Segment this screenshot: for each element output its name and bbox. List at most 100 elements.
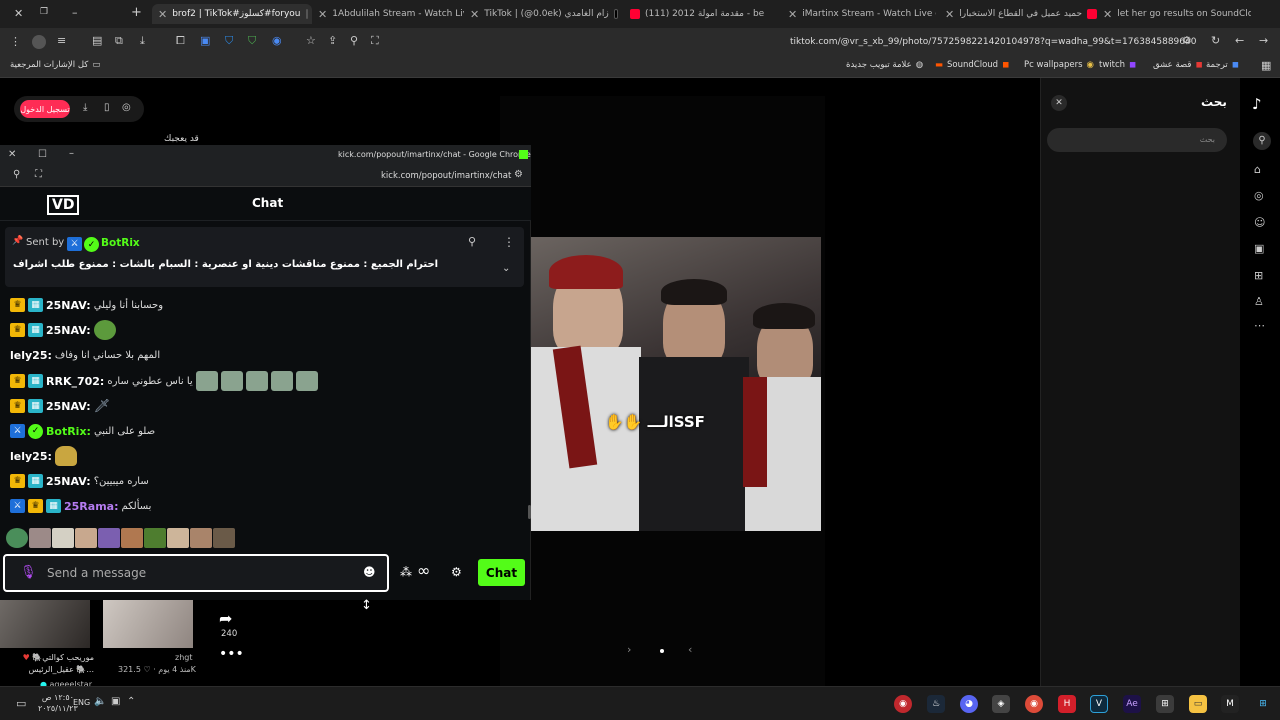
chat-username[interactable]: lely25: bbox=[10, 349, 52, 362]
address-url[interactable]: tiktok.com/@vr_s_xb_99/photo/75725982214… bbox=[790, 37, 1196, 47]
tab-abdulilah-stream[interactable]: ✕ 1Abdulilah Stream - Watch Live bbox=[318, 4, 464, 24]
bookmark-star-icon[interactable]: ☆ bbox=[306, 34, 316, 47]
emote-button[interactable] bbox=[121, 528, 143, 548]
upload-icon[interactable]: ⊞ bbox=[1254, 269, 1263, 282]
app-gray-icon[interactable]: ◈ bbox=[992, 695, 1010, 713]
tab-close-icon[interactable]: ✕ bbox=[788, 8, 797, 21]
emote-button[interactable] bbox=[190, 528, 212, 548]
screenshot-icon[interactable]: ⛶ bbox=[371, 34, 379, 48]
close-window-icon[interactable]: ✕ bbox=[14, 7, 23, 20]
tab-close-icon[interactable]: ✕ bbox=[1103, 8, 1112, 21]
prev-photo-icon[interactable]: ‹ bbox=[688, 643, 692, 656]
profile-avatar[interactable] bbox=[32, 35, 46, 49]
bookmark-pc-wallpapers[interactable]: Pc wallpapers ◉ bbox=[1024, 60, 1094, 70]
all-bookmarks-link[interactable]: كل الإشارات المرجعية ▭ bbox=[10, 60, 100, 70]
zoom-icon[interactable]: ⚲ bbox=[350, 34, 358, 47]
chat-username[interactable]: 25NAV: bbox=[46, 299, 91, 312]
chat-scrollbar[interactable] bbox=[528, 505, 531, 519]
chat-username[interactable]: 25NAV: bbox=[46, 400, 91, 413]
phone-icon[interactable]: ▯ bbox=[104, 102, 110, 113]
chat-username[interactable]: 25NAV: bbox=[46, 324, 91, 337]
emote-button[interactable] bbox=[29, 528, 51, 548]
pin-toggle-icon[interactable]: ⚲ bbox=[468, 235, 476, 248]
tab-close-icon[interactable]: ✕ bbox=[945, 8, 954, 21]
tab-imartinx-stream[interactable]: ✕ iMartinx Stream - Watch Live o bbox=[788, 4, 936, 24]
home-icon[interactable]: ⌂ bbox=[1254, 163, 1261, 176]
extensions-stack-icon[interactable]: ⧉ bbox=[115, 34, 123, 48]
tiktok-logo-icon[interactable]: ♪ bbox=[1252, 95, 1262, 113]
pinned-menu-icon[interactable]: ⋮ bbox=[503, 235, 515, 249]
chat-username[interactable]: BotRix: bbox=[46, 425, 91, 438]
profile-icon[interactable]: ♙ bbox=[1254, 295, 1264, 308]
tab-youtube-intro[interactable]: (111) مقدمة امولة 2012 - be bbox=[630, 4, 778, 24]
restore-window-icon[interactable]: ❐ bbox=[40, 7, 48, 17]
app-red-icon[interactable]: ◉ bbox=[894, 695, 912, 713]
chat-username[interactable]: 25Rama: bbox=[64, 500, 118, 513]
emote-button[interactable] bbox=[98, 528, 120, 548]
tab-close-icon[interactable]: ✕ bbox=[158, 8, 167, 21]
bookmark-twitch[interactable]: twitch ◼ bbox=[1099, 60, 1136, 70]
close-window-icon[interactable]: ✕ bbox=[8, 149, 16, 160]
message-input[interactable]: 🎙 Send a message ☻ bbox=[3, 554, 389, 592]
login-button[interactable]: تسجيل الدخول bbox=[20, 100, 70, 118]
bookmark-new-tab[interactable]: علامة تبويب جديدة ◍ bbox=[846, 60, 923, 70]
new-tab-icon[interactable]: + bbox=[131, 5, 142, 20]
thumbnail-2-user[interactable]: zhgt bbox=[175, 653, 192, 662]
compass-icon[interactable]: ◎ bbox=[122, 102, 131, 113]
site-settings-icon[interactable]: ⚙ bbox=[1182, 34, 1192, 47]
after-effects-icon[interactable]: Ae bbox=[1123, 695, 1141, 713]
adblock-icon[interactable]: ⛉ bbox=[248, 34, 256, 48]
kick-points-icon[interactable]: ⁂ bbox=[400, 565, 412, 579]
translate-icon[interactable]: ▣ bbox=[200, 34, 210, 47]
thumbnail-1[interactable] bbox=[0, 600, 90, 648]
maximize-window-icon[interactable]: ☐ bbox=[38, 149, 47, 160]
chat-settings-icon[interactable]: ⚙ bbox=[451, 565, 462, 579]
pinned-message[interactable]: 📌 Sent by ⚔ ✓ BotRix ⚲ ⋮ احترام الجميع :… bbox=[5, 227, 524, 287]
site-settings-icon[interactable]: ⚙ bbox=[514, 169, 523, 180]
live-icon[interactable]: ▣ bbox=[1254, 242, 1264, 255]
volume-icon[interactable]: 🔈 bbox=[94, 696, 106, 707]
clock[interactable]: ١٢:٥٠ ص ٢٠٢٥/١١/٢٣ bbox=[38, 692, 78, 714]
back-icon[interactable]: ← bbox=[1235, 34, 1244, 47]
discord-icon[interactable]: ◕ bbox=[960, 695, 978, 713]
bookmark-soundcloud[interactable]: ▬ SoundCloud ◼ bbox=[935, 60, 1009, 70]
tray-chevron-icon[interactable]: ⌃ bbox=[127, 696, 135, 707]
app-m-icon[interactable]: M bbox=[1221, 695, 1239, 713]
bookmark-translate[interactable]: ترجمة ◼ bbox=[1206, 60, 1239, 70]
notifications-icon[interactable]: ▭ bbox=[16, 697, 26, 710]
more-options-icon[interactable]: ••• bbox=[219, 646, 244, 662]
chevron-down-icon[interactable]: ⌄ bbox=[502, 263, 510, 274]
screenshot-icon[interactable]: ⛶ bbox=[35, 169, 42, 180]
zoom-icon[interactable]: ⚲ bbox=[13, 169, 20, 180]
chrome-icon[interactable]: ◉ bbox=[1025, 695, 1043, 713]
search-input[interactable]: بحث bbox=[1047, 128, 1227, 152]
emote-button[interactable] bbox=[75, 528, 97, 548]
bookmarks-grid-icon[interactable]: ▦ bbox=[1261, 59, 1271, 72]
explore-icon[interactable]: ◎ bbox=[1254, 189, 1264, 202]
emote-button[interactable] bbox=[144, 528, 166, 548]
emote-button[interactable] bbox=[213, 528, 235, 548]
microphone-icon[interactable]: 🎙 bbox=[20, 565, 37, 580]
chat-username[interactable]: RRK_702: bbox=[46, 375, 104, 388]
shield-icon[interactable]: ⛉ bbox=[225, 34, 233, 48]
sliders-icon[interactable]: ≡ bbox=[57, 34, 66, 47]
forward-icon[interactable]: → bbox=[1259, 34, 1268, 47]
more-icon[interactable]: ⋯ bbox=[1254, 319, 1265, 332]
tab-soundcloud[interactable]: ✕ let her go results on SoundClou bbox=[1103, 4, 1251, 24]
emote-button[interactable] bbox=[167, 528, 189, 548]
language-indicator[interactable]: ENG bbox=[73, 698, 90, 707]
search-icon[interactable]: ⚲ bbox=[1253, 132, 1271, 150]
puzzle-extensions-icon[interactable]: ⧠ bbox=[176, 34, 185, 48]
share-icon[interactable]: ⇪ bbox=[328, 34, 337, 47]
tab-close-icon[interactable]: ✕ bbox=[470, 8, 479, 21]
vegas-icon[interactable]: V bbox=[1090, 695, 1108, 713]
download-icon[interactable]: ⤓ bbox=[83, 102, 87, 113]
popup-url[interactable]: kick.com/popout/imartinx/chat bbox=[381, 171, 511, 181]
reading-list-icon[interactable]: ▤ bbox=[92, 34, 102, 47]
emote-button[interactable] bbox=[52, 528, 74, 548]
next-photo-icon[interactable]: › bbox=[627, 643, 631, 656]
download-icon[interactable]: ⤓ bbox=[140, 34, 145, 48]
minimize-window-icon[interactable]: – bbox=[69, 148, 74, 159]
emoji-picker-icon[interactable]: ☻ bbox=[363, 565, 376, 579]
share-arrow-icon[interactable]: ➦ bbox=[219, 609, 232, 628]
